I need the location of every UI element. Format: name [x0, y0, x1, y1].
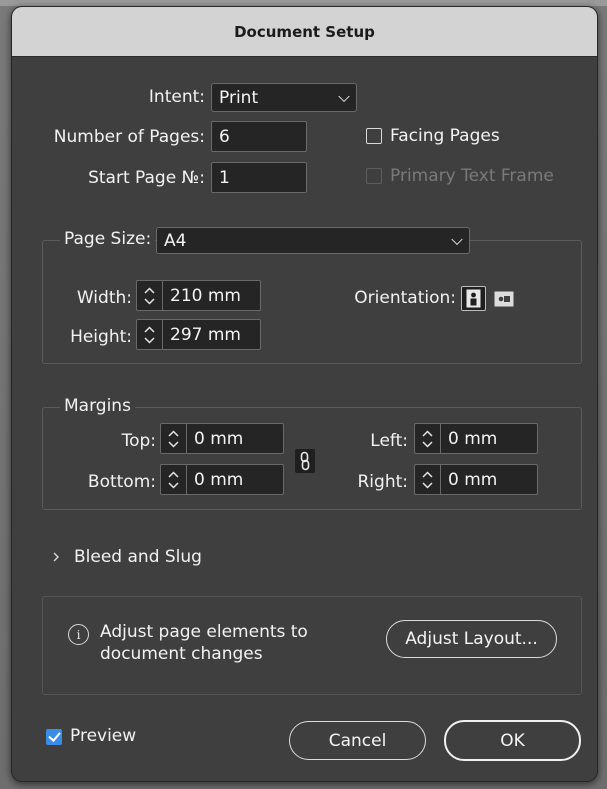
- adjust-layout-button[interactable]: Adjust Layout...: [386, 620, 557, 658]
- chevron-right-icon: [53, 552, 59, 562]
- stepper-icon[interactable]: [161, 424, 187, 453]
- document-setup-dialog: Document Setup Intent: Print Number of P…: [11, 6, 598, 782]
- number-of-pages-field[interactable]: 6: [211, 121, 307, 152]
- page-size-value: A4: [164, 230, 187, 251]
- right-margin-value: 0 mm: [448, 469, 498, 490]
- height-label: Height:: [70, 327, 132, 347]
- adjust-message-line2: document changes: [100, 644, 263, 664]
- bottom-margin-label: Bottom:: [87, 472, 156, 492]
- intent-value: Print: [219, 87, 259, 108]
- stepper-icon[interactable]: [415, 465, 441, 494]
- bottom-margin-value: 0 mm: [194, 469, 244, 490]
- chain-link-icon[interactable]: [295, 449, 315, 473]
- stepper-icon[interactable]: [161, 465, 187, 494]
- adjust-message-line1: Adjust page elements to: [100, 622, 308, 642]
- top-margin-label: Top:: [121, 431, 156, 451]
- chevron-down-icon: [338, 90, 350, 102]
- right-margin-label: Right:: [357, 472, 409, 492]
- left-margin-field[interactable]: 0 mm: [414, 423, 538, 454]
- stepper-icon[interactable]: [137, 320, 163, 349]
- adjust-message: Adjust page elements to document changes: [100, 621, 308, 665]
- cancel-button[interactable]: Cancel: [289, 721, 426, 760]
- intent-select[interactable]: Print: [211, 83, 357, 112]
- left-margin-label: Left:: [370, 431, 408, 451]
- orientation-label: Orientation:: [354, 288, 456, 308]
- height-field[interactable]: 297 mm: [136, 319, 261, 350]
- info-icon: i: [68, 624, 89, 645]
- start-page-field[interactable]: 1: [211, 162, 307, 193]
- number-of-pages-label: Number of Pages:: [53, 127, 205, 147]
- landscape-orientation-icon[interactable]: [493, 288, 515, 309]
- primary-text-frame-checkbox[interactable]: [366, 168, 382, 184]
- facing-pages-checkbox[interactable]: [366, 128, 382, 144]
- bleed-and-slug-toggle[interactable]: Bleed and Slug: [52, 547, 202, 567]
- height-value: 297 mm: [170, 324, 241, 345]
- margins-legend: Margins: [60, 396, 135, 416]
- dialog-title: Document Setup: [12, 7, 597, 57]
- page-size-select[interactable]: A4: [156, 227, 470, 254]
- portrait-orientation-icon[interactable]: [461, 286, 486, 311]
- preview-label: Preview: [70, 726, 137, 746]
- width-label: Width:: [76, 288, 132, 308]
- intent-label: Intent:: [148, 87, 205, 107]
- facing-pages-label: Facing Pages: [390, 126, 500, 146]
- bottom-margin-field[interactable]: 0 mm: [160, 464, 284, 495]
- left-margin-value: 0 mm: [448, 428, 498, 449]
- preview-checkbox[interactable]: [46, 729, 62, 745]
- top-margin-value: 0 mm: [194, 428, 244, 449]
- right-margin-field[interactable]: 0 mm: [414, 464, 538, 495]
- top-margin-field[interactable]: 0 mm: [160, 423, 284, 454]
- width-field[interactable]: 210 mm: [136, 280, 261, 311]
- page-size-label: Page Size:: [60, 229, 156, 249]
- bleed-and-slug-label: Bleed and Slug: [74, 547, 202, 567]
- width-value: 210 mm: [170, 285, 241, 306]
- start-page-label: Start Page №:: [88, 168, 205, 188]
- stepper-icon[interactable]: [415, 424, 441, 453]
- chevron-down-icon: [451, 233, 463, 245]
- ok-button[interactable]: OK: [444, 720, 581, 761]
- primary-text-frame-label: Primary Text Frame: [390, 166, 554, 186]
- stepper-icon[interactable]: [137, 281, 163, 310]
